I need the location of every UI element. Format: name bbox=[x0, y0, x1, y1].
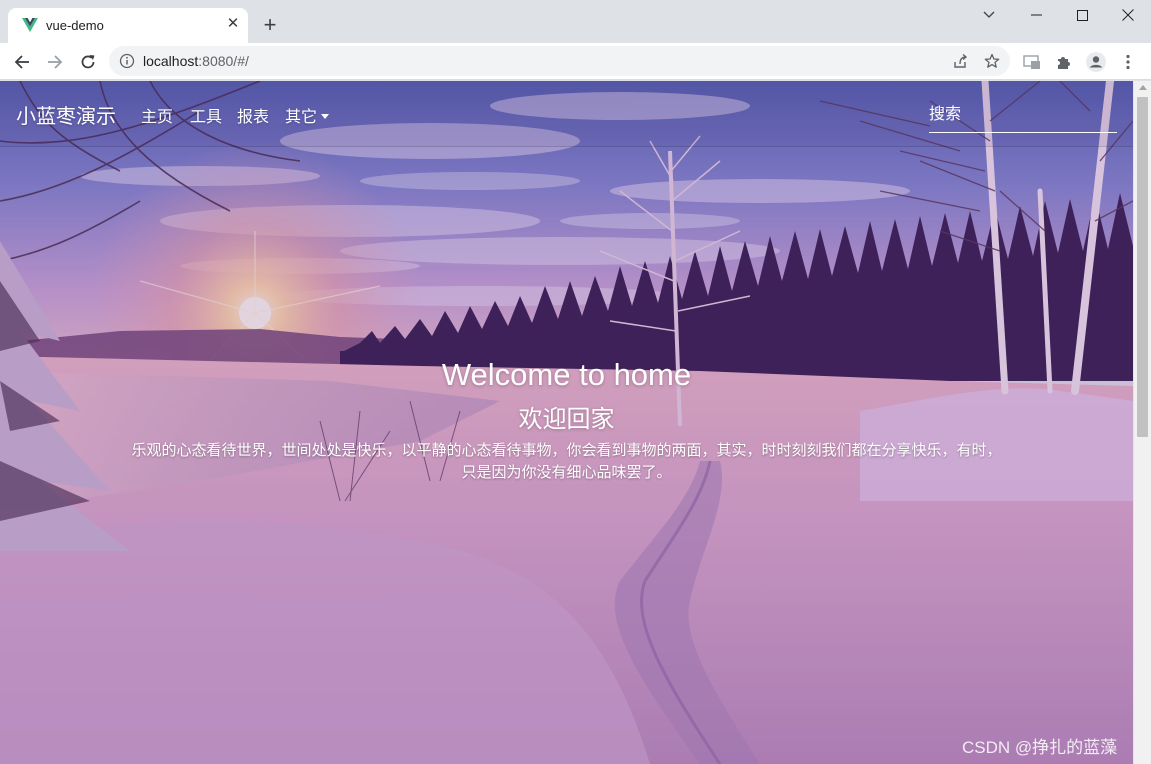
vertical-scrollbar[interactable] bbox=[1133, 81, 1151, 764]
info-icon[interactable] bbox=[119, 53, 135, 69]
close-window-icon[interactable] bbox=[1105, 0, 1151, 30]
hero-description-line2: 只是因为你没有细心品味罢了。 bbox=[461, 464, 672, 481]
top-navbar: 小蓝枣演示 主页 工具 报表 其它 bbox=[0, 81, 1133, 147]
address-bar[interactable]: localhost:8080/#/ bbox=[109, 46, 1010, 76]
browser-toolbar: localhost:8080/#/ bbox=[0, 43, 1151, 80]
url-host: localhost bbox=[143, 53, 199, 69]
reload-icon[interactable] bbox=[74, 48, 102, 76]
maximize-icon[interactable] bbox=[1059, 0, 1105, 30]
watermark-text: CSDN @挣扎的蓝藻 bbox=[962, 738, 1118, 757]
nav-item-other-label: 其它 bbox=[285, 109, 318, 126]
kebab-menu-icon[interactable] bbox=[1117, 51, 1139, 73]
nav-item-reports[interactable]: 报表 bbox=[237, 103, 269, 127]
puzzle-icon[interactable] bbox=[1053, 51, 1075, 73]
brand-logo-text[interactable]: 小蓝枣演示 bbox=[16, 100, 116, 129]
hero-title: Welcome to home bbox=[441, 357, 692, 392]
hero-description-line1: 乐观的心态看待世界，世间处处是快乐，以平静的心态看待事物，你会看到事物的两面，其… bbox=[131, 442, 1002, 459]
tab-title: vue-demo bbox=[46, 18, 104, 33]
search-box bbox=[929, 99, 1117, 133]
forward-arrow-icon[interactable] bbox=[41, 48, 69, 76]
hero-subtitle: 欢迎回家 bbox=[518, 406, 615, 433]
search-input[interactable] bbox=[929, 99, 1117, 131]
caret-down-icon bbox=[321, 114, 330, 119]
minimize-icon[interactable] bbox=[1013, 0, 1059, 30]
plus-icon[interactable]: + bbox=[259, 14, 281, 36]
close-icon[interactable]: ✕ bbox=[224, 15, 242, 33]
back-arrow-icon[interactable] bbox=[8, 48, 36, 76]
hero-description: 乐观的心态看待世界，世间处处是快乐，以平静的心态看待事物，你会看到事物的两面，其… bbox=[96, 440, 1037, 484]
profile-icon[interactable] bbox=[1085, 51, 1107, 73]
vue-logo-icon bbox=[22, 18, 38, 32]
chevron-down-icon[interactable] bbox=[966, 0, 1012, 30]
nav-item-tools[interactable]: 工具 bbox=[190, 103, 222, 127]
star-icon[interactable] bbox=[983, 52, 1001, 70]
browser-tabstrip: vue-demo ✕ + bbox=[0, 0, 1151, 43]
nav-item-other-dropdown[interactable]: 其它 bbox=[285, 103, 330, 127]
nav-item-home[interactable]: 主页 bbox=[141, 103, 173, 127]
scrollbar-thumb[interactable] bbox=[1137, 97, 1148, 437]
browser-tab[interactable]: vue-demo ✕ bbox=[8, 8, 248, 43]
scroll-up-arrow-icon[interactable] bbox=[1139, 85, 1147, 90]
url-text[interactable]: localhost:8080/#/ bbox=[143, 53, 249, 69]
page-viewport: 小蓝枣演示 主页 工具 报表 其它 Welcome to home 欢迎回家 乐… bbox=[0, 81, 1133, 764]
share-icon[interactable] bbox=[951, 52, 969, 70]
media-icon[interactable] bbox=[1021, 51, 1043, 73]
url-path: :8080/#/ bbox=[198, 53, 249, 69]
